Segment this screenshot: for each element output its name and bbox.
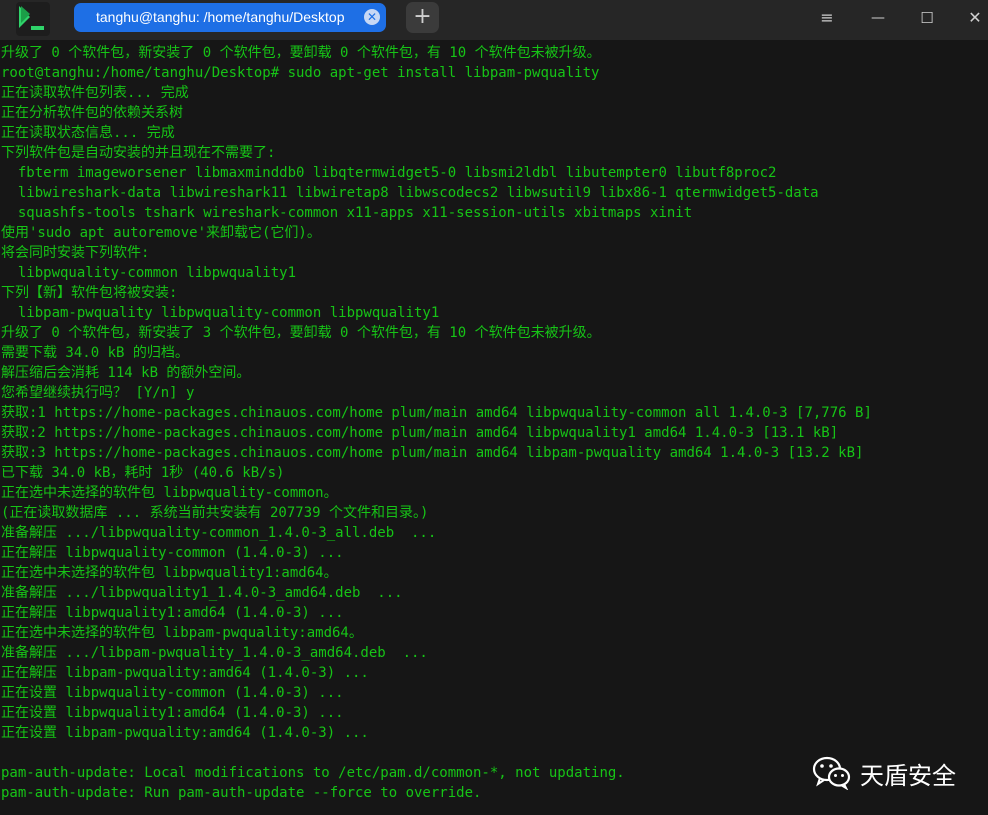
terminal-line: 获取:1 https://home-packages.chinauos.com/…: [1, 405, 872, 421]
terminal-app-icon[interactable]: [16, 2, 50, 36]
terminal-line: 正在解压 libpwquality1:amd64 (1.4.0-3) ...: [1, 605, 344, 621]
terminal-line: 下列【新】软件包将被安装:: [1, 285, 178, 301]
terminal-line: 正在选中未选择的软件包 libpam-pwquality:amd64。: [1, 625, 363, 641]
tab-title: tanghu@tanghu: /home/tanghu/Desktop: [96, 9, 345, 25]
terminal-line: 正在设置 libpam-pwquality:amd64 (1.4.0-3) ..…: [1, 725, 369, 741]
terminal-line: 准备解压 .../libpam-pwquality_1.4.0-3_amd64.…: [1, 645, 428, 661]
title-bar: tanghu@tanghu: /home/tanghu/Desktop ✕ + …: [0, 0, 988, 40]
terminal-line: 正在解压 libpam-pwquality:amd64 (1.4.0-3) ..…: [1, 665, 369, 681]
terminal-line: 获取:3 https://home-packages.chinauos.com/…: [1, 445, 864, 461]
terminal-line: 正在读取软件包列表... 完成: [1, 85, 189, 101]
terminal-line: 获取:2 https://home-packages.chinauos.com/…: [1, 425, 839, 441]
terminal-line: fbterm imageworsener libmaxminddb0 libqt…: [1, 165, 777, 181]
terminal-line: 升级了 0 个软件包，新安装了 0 个软件包，要卸载 0 个软件包，有 10 个…: [1, 45, 601, 61]
terminal-line: 正在读取状态信息... 完成: [1, 125, 175, 141]
terminal-line: 准备解压 .../libpwquality-common_1.4.0-3_all…: [1, 525, 437, 541]
terminal-line: 已下载 34.0 kB，耗时 1秒 (40.6 kB/s): [1, 465, 285, 481]
terminal-line: 正在设置 libpwquality1:amd64 (1.4.0-3) ...: [1, 705, 344, 721]
watermark: 天盾安全: [812, 753, 956, 793]
terminal-line: 您希望继续执行吗？ [Y/n] y: [1, 385, 195, 401]
menu-icon[interactable]: ≡: [814, 6, 840, 30]
terminal-line: 正在分析软件包的依赖关系树: [1, 105, 183, 121]
new-tab-button[interactable]: +: [406, 2, 439, 33]
terminal-line: 将会同时安装下列软件:: [1, 245, 150, 261]
terminal-line: libpam-pwquality libpwquality-common lib…: [1, 305, 440, 321]
terminal-line: libwireshark-data libwireshark11 libwire…: [1, 185, 819, 201]
terminal-line: 需要下载 34.0 kB 的归档。: [1, 345, 189, 361]
maximize-icon[interactable]: ☐: [914, 6, 940, 30]
tab-terminal-session[interactable]: tanghu@tanghu: /home/tanghu/Desktop ✕: [74, 3, 386, 32]
terminal-line: 正在选中未选择的软件包 libpwquality-common。: [1, 485, 338, 501]
tab-close-icon[interactable]: ✕: [364, 9, 380, 25]
terminal-line: 下列软件包是自动安装的并且现在不需要了:: [1, 145, 276, 161]
terminal-line: 正在解压 libpwquality-common (1.4.0-3) ...: [1, 545, 344, 561]
wechat-icon: [812, 756, 851, 790]
close-icon[interactable]: ✕: [962, 6, 988, 30]
minimize-icon[interactable]: —: [865, 6, 891, 30]
terminal-line: 升级了 0 个软件包，新安装了 3 个软件包，要卸载 0 个软件包，有 10 个…: [1, 325, 601, 341]
terminal-line: (正在读取数据库 ... 系统当前共安装有 207739 个文件和目录。): [1, 505, 429, 521]
terminal-line: 解压缩后会消耗 114 kB 的额外空间。: [1, 365, 251, 381]
terminal-output[interactable]: 升级了 0 个软件包，新安装了 0 个软件包，要卸载 0 个软件包，有 10 个…: [0, 43, 988, 815]
terminal-line: squashfs-tools tshark wireshark-common x…: [1, 205, 693, 221]
terminal-line: root@tanghu:/home/tanghu/Desktop# sudo a…: [1, 65, 600, 81]
terminal-line: 使用'sudo apt autoremove'来卸载它(它们)。: [1, 225, 321, 241]
terminal-line: libpwquality-common libpwquality1: [1, 265, 297, 281]
terminal-line: 正在选中未选择的软件包 libpwquality1:amd64。: [1, 565, 338, 581]
terminal-line: 准备解压 .../libpwquality1_1.4.0-3_amd64.deb…: [1, 585, 403, 601]
watermark-text: 天盾安全: [860, 761, 956, 790]
terminal-line: 正在设置 libpwquality-common (1.4.0-3) ...: [1, 685, 344, 701]
